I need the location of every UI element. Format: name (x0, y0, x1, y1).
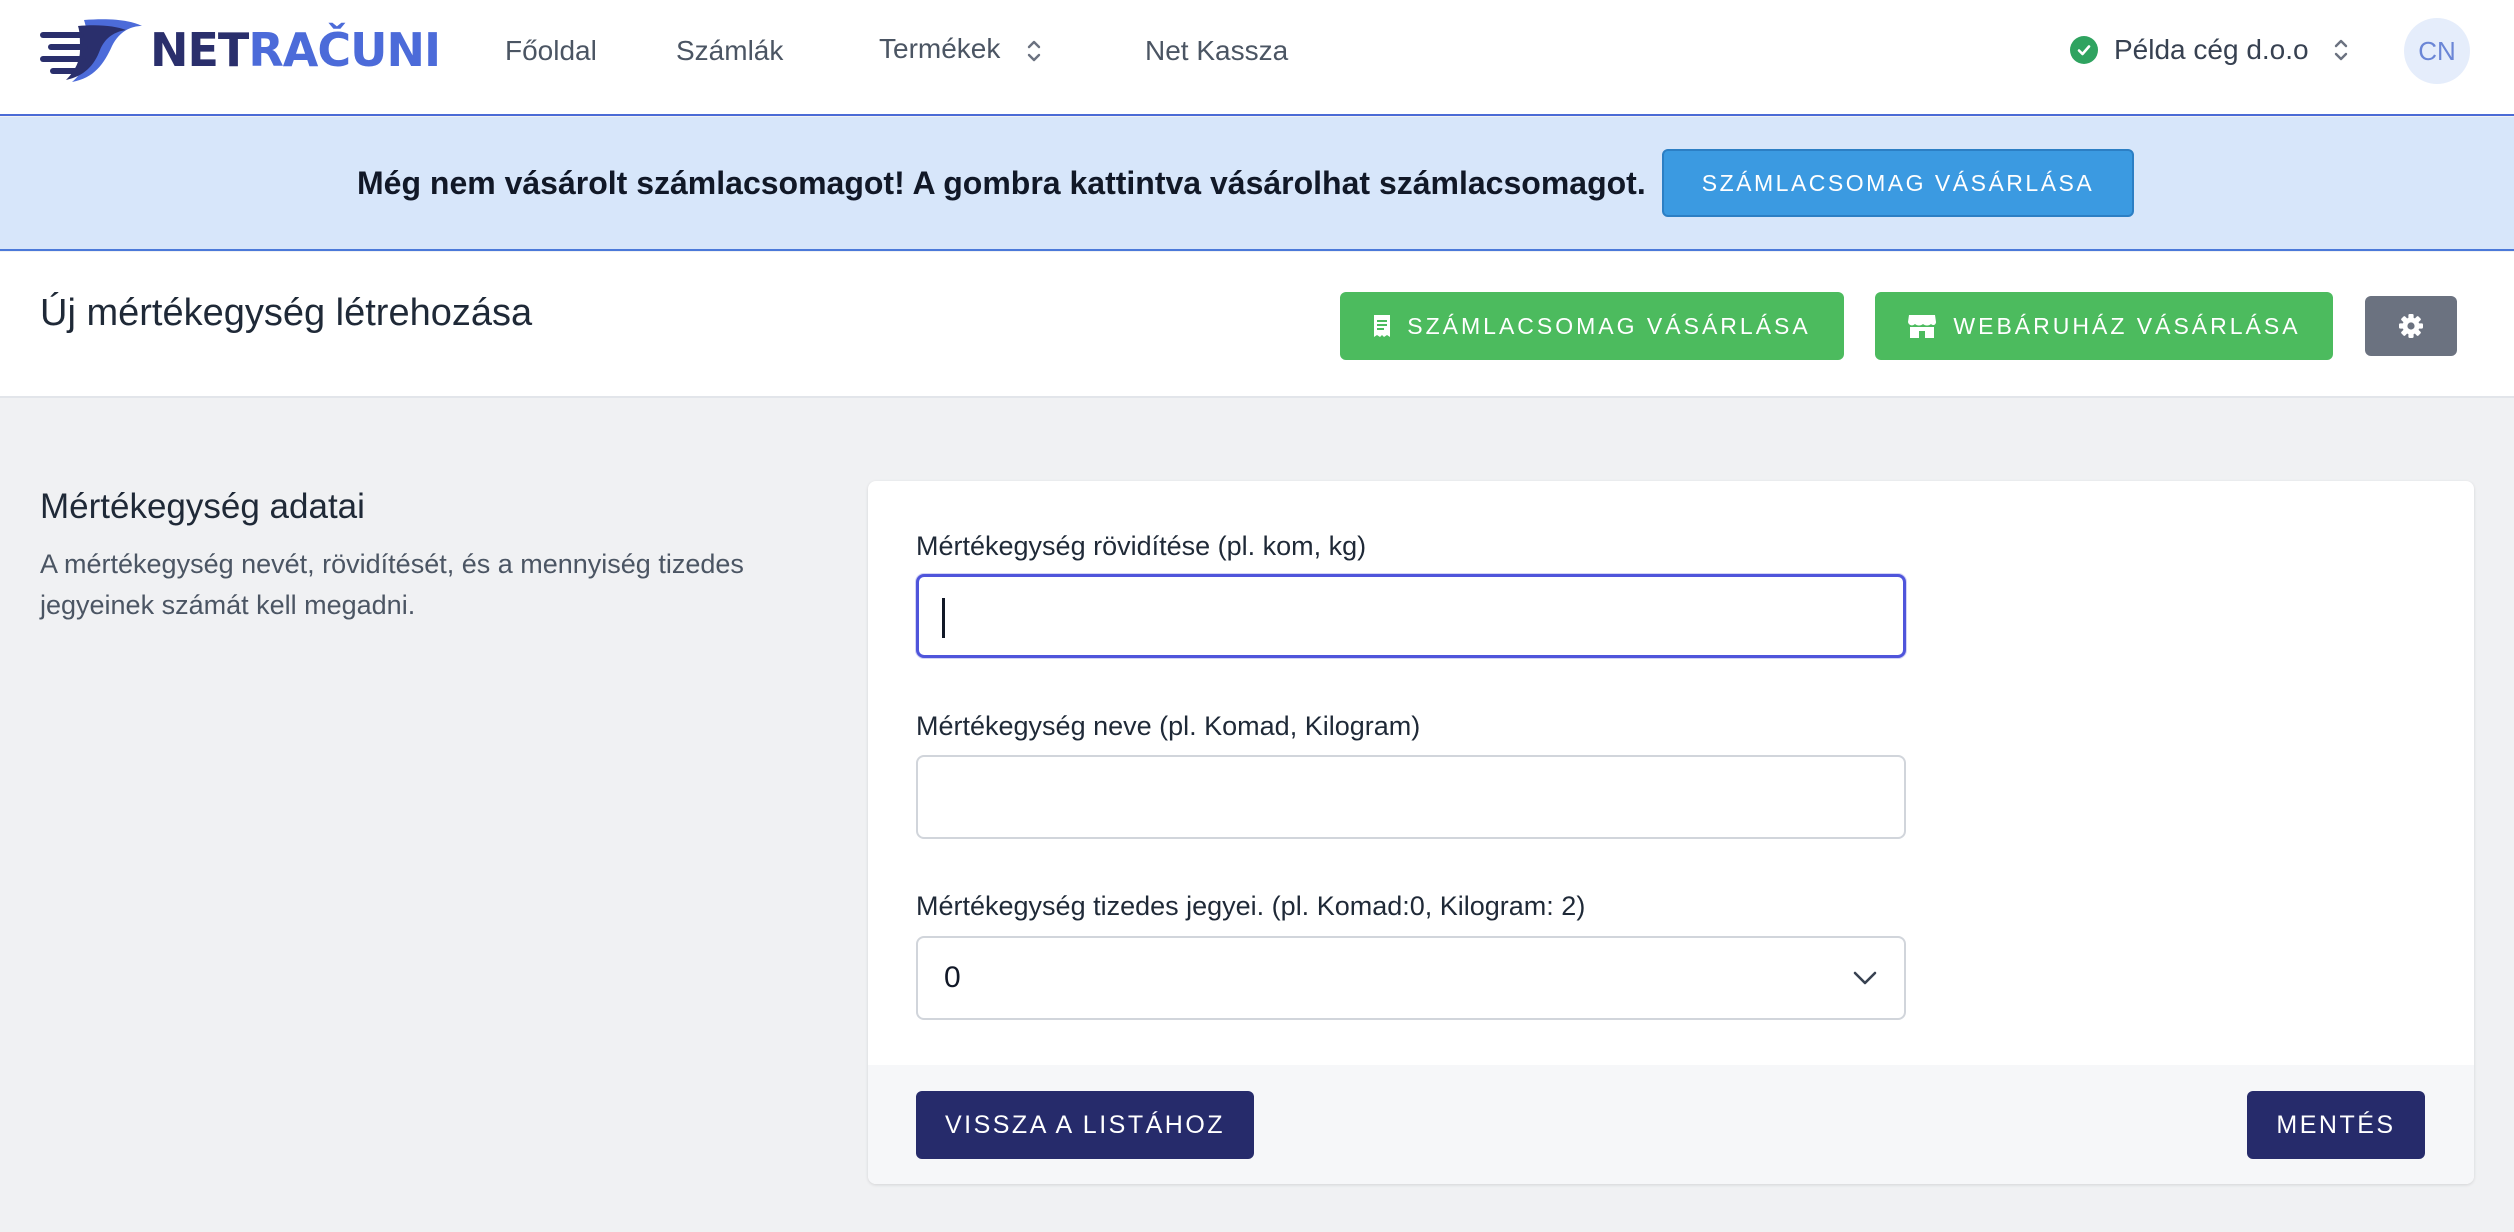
buy-invoice-package-button[interactable]: SZÁMLACSOMAG VÁSÁRLÁSA (1340, 292, 1844, 360)
section-description: A mértékegység nevét, rövidítését, és a … (40, 549, 744, 620)
info-banner: Még nem vásárolt számlacsomagot! A gombr… (0, 117, 2514, 251)
company-name: Példa cég d.o.o (2114, 34, 2309, 65)
banner-buy-invoice-package-button[interactable]: SZÁMLACSOMAG VÁSÁRLÁSA (1662, 149, 2134, 217)
chevron-down-icon (1853, 971, 1877, 985)
receipt-icon (1374, 315, 1391, 337)
unit-form-card: Mértékegység rövidítése (pl. kom, kg) Mé… (868, 481, 2474, 1184)
decimals-select[interactable]: 0 (916, 936, 1906, 1020)
nav-item-products[interactable]: Termékek (879, 32, 1042, 66)
brand-name-part1: NET (150, 23, 249, 77)
buy-webshop-button[interactable]: WEBÁRUHÁZ VÁSÁRLÁSA (1875, 292, 2333, 360)
back-to-list-button[interactable]: VISSZA A LISTÁHOZ (916, 1091, 1254, 1159)
banner-message: Még nem vásárolt számlacsomagot! A gombr… (357, 165, 1646, 201)
page-title: Új mértékegység létrehozása (40, 292, 533, 334)
buy-invoice-package-label: SZÁMLACSOMAG VÁSÁRLÁSA (1407, 312, 1811, 339)
save-button[interactable]: MENTÉS (2247, 1091, 2425, 1159)
nav-item-products-label: Termékek (879, 33, 1001, 64)
section-title: Mértékegység adatai (40, 487, 365, 526)
decimals-selected-value: 0 (944, 961, 961, 994)
form-footer: VISSZA A LISTÁHOZ MENTÉS (868, 1065, 2474, 1184)
abbreviation-label: Mértékegység rövidítése (pl. kom, kg) (916, 531, 1367, 561)
company-switcher[interactable]: Példa cég d.o.o (2070, 30, 2349, 70)
check-circle-icon (2070, 36, 2098, 64)
top-navigation: NETRAČUNI Főoldal Számlák Termékek Net K… (0, 0, 2514, 116)
brand-name-part2: RAČUNI (248, 23, 441, 77)
page-header: Új mértékegység létrehozása SZÁMLACSOMAG… (0, 252, 2514, 398)
chevron-up-down-icon (2334, 39, 2347, 61)
brand-wordmark: NETRAČUNI (150, 23, 441, 77)
speed-logo-icon (40, 19, 142, 82)
decimals-label: Mértékegység tizedes jegyei. (pl. Komad:… (916, 891, 1586, 921)
buy-webshop-label: WEBÁRUHÁZ VÁSÁRLÁSA (1953, 312, 2301, 339)
unit-name-input[interactable] (916, 755, 1906, 839)
user-avatar[interactable]: CN (2404, 18, 2470, 84)
store-icon (1908, 315, 1937, 338)
nav-item-invoices[interactable]: Számlák (676, 34, 783, 68)
settings-button[interactable] (2365, 296, 2457, 356)
chevron-up-down-icon (1027, 40, 1041, 61)
nav-item-net-kassza[interactable]: Net Kassza (1145, 34, 1288, 68)
unit-name-label: Mértékegység neve (pl. Komad, Kilogram) (916, 711, 1421, 741)
brand-logo[interactable]: NETRAČUNI (38, 14, 441, 86)
nav-item-home[interactable]: Főoldal (505, 34, 597, 68)
abbreviation-input[interactable] (916, 574, 1906, 658)
gear-icon (2399, 314, 2423, 338)
text-caret (942, 598, 945, 638)
